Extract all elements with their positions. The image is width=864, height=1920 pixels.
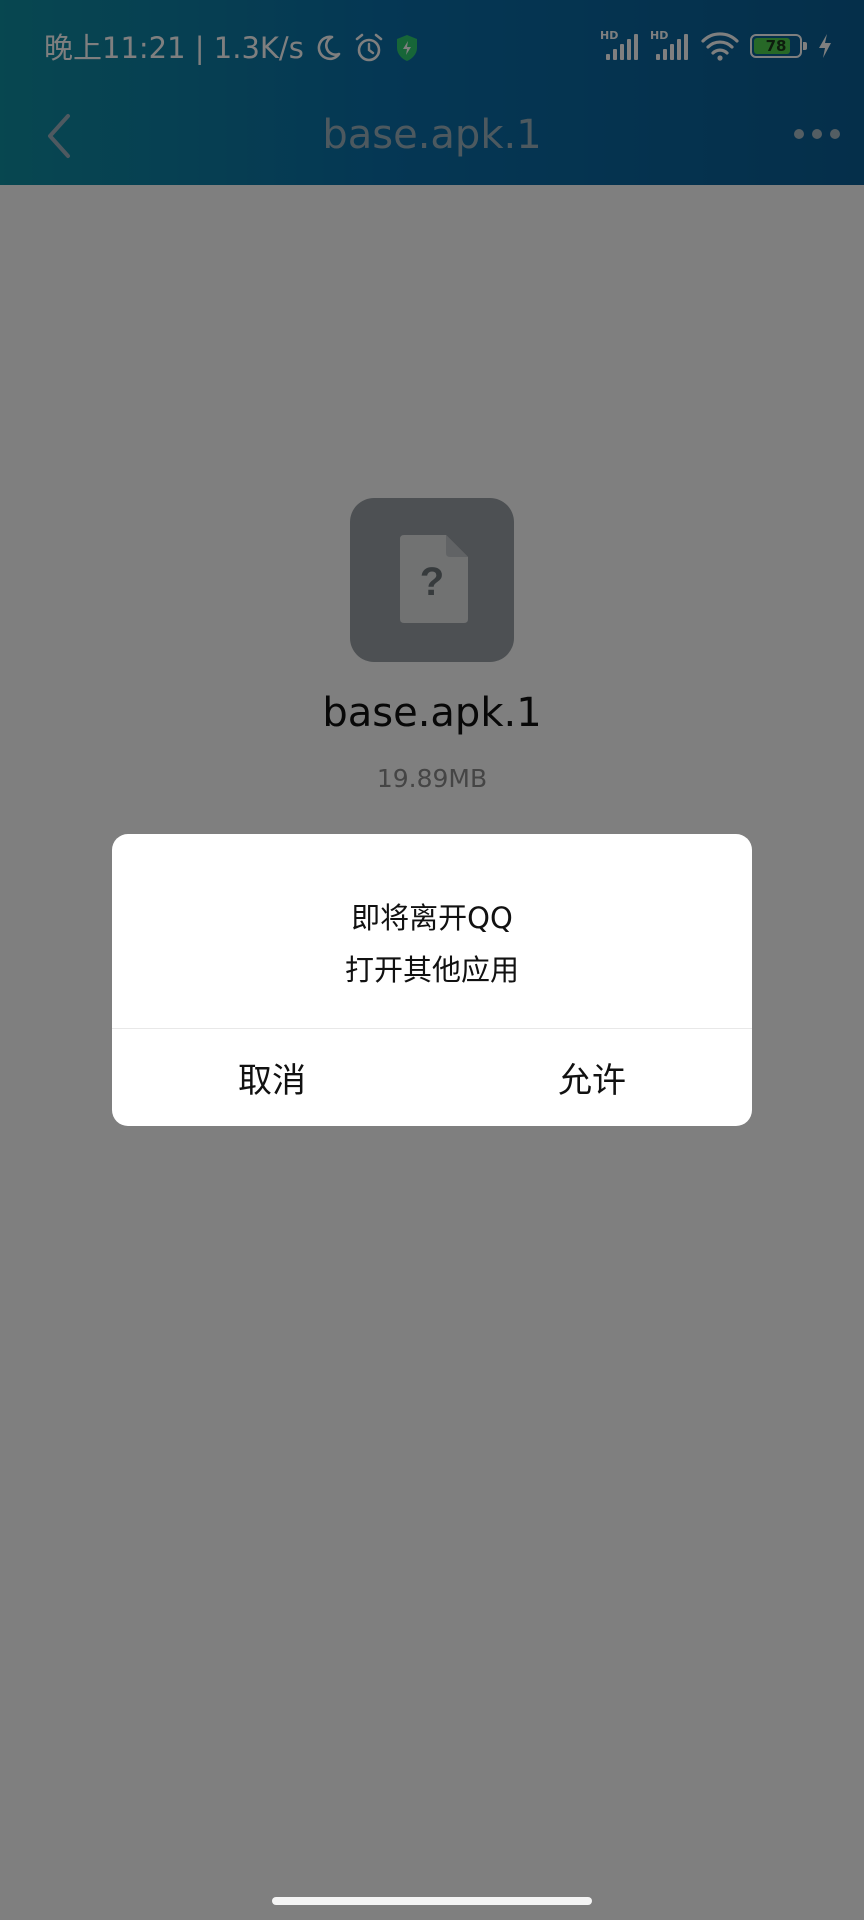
leave-app-dialog: 即将离开QQ 打开其他应用 取消 允许 [112, 834, 752, 1126]
dialog-message: 即将离开QQ 打开其他应用 [112, 892, 752, 996]
dialog-line-2: 打开其他应用 [344, 953, 519, 987]
allow-button[interactable]: 允许 [432, 1029, 752, 1126]
cancel-button[interactable]: 取消 [112, 1029, 432, 1126]
home-indicator[interactable] [272, 1897, 592, 1905]
dialog-actions: 取消 允许 [112, 1029, 752, 1126]
dialog-line-1: 即将离开QQ [351, 901, 513, 935]
